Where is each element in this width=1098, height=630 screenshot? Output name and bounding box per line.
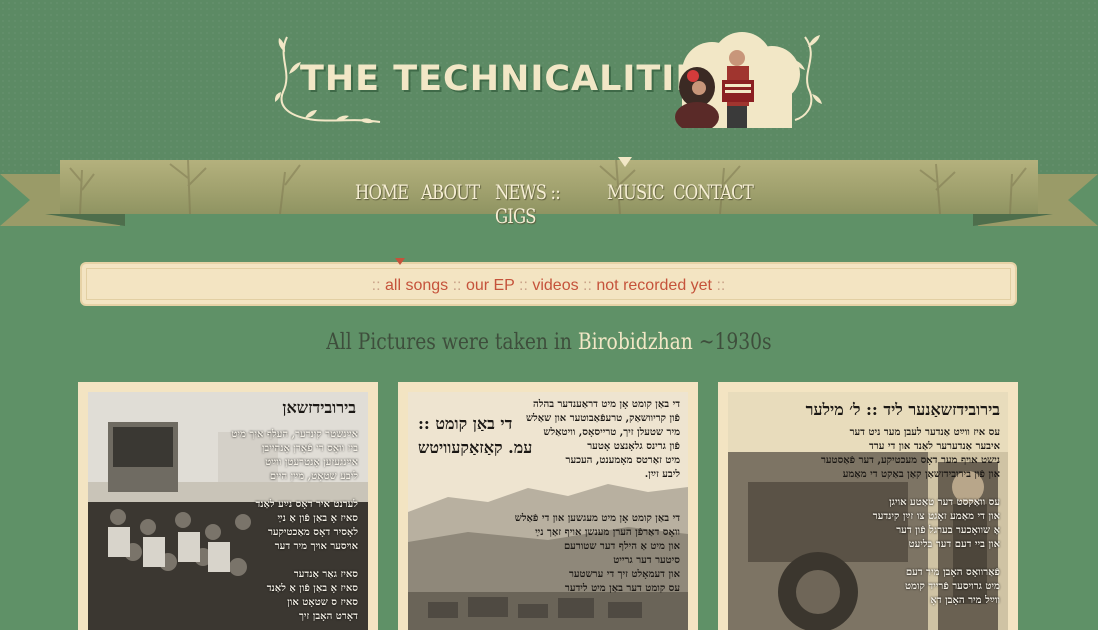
- song-card-image: די באַן קומט :: עמ. קאַזאַקעוויטש די באַ…: [408, 392, 688, 630]
- caption-prefix: All Pictures were taken in: [326, 330, 578, 355]
- lyric-line: [500, 482, 680, 496]
- right-vine-ornament: [793, 35, 822, 121]
- lyric-line: עס איז ווײַט אַנדער לעבן מער ניט דער: [849, 427, 1000, 438]
- lyric-line: פֿון גרינס גלאָנצט אָטער: [587, 441, 680, 452]
- lyric-line: נישט אױף מער דאָס מעכטיקע, דער פֿאַסטער: [820, 455, 1000, 466]
- filter-not-recorded-yet[interactable]: not recorded yet: [596, 277, 712, 294]
- song-card-birobidzhaner-lid[interactable]: בירובידזשאַנער ליד :: ל׳ מילער עס איז וו…: [718, 382, 1018, 630]
- lyric-line: ביז וואָס די פֿאָרן אָנהייבן: [261, 443, 358, 454]
- card-lyrics-2: די באַן קומט אָן מיט מעגשען און די פֿאַל…: [410, 512, 680, 596]
- nav-contact[interactable]: CONTACT: [673, 180, 754, 210]
- lyric-line: און דעמאָלט זיך די ערשטער: [568, 569, 680, 580]
- gallery-caption: All Pictures were taken in Birobidzhan ~…: [0, 330, 1098, 355]
- lyric-line: לאָסיר דאָס מאַכטיקער: [267, 527, 358, 538]
- lyric-line: [178, 554, 358, 568]
- lyric-line: אױסער אױך מיר דער: [274, 541, 358, 552]
- card-lyrics: די באַן קומט אָן מיט דראַענדער בהלה פֿון…: [500, 398, 680, 496]
- lyric-line: אײַנגעזען אָנטרעטן ווײַט: [265, 457, 358, 468]
- card-title: בירובידזשאן: [282, 398, 356, 417]
- lyric-line: פֿאַרוואָס האָבן מיר דעם: [905, 567, 1000, 578]
- filter-our-ep[interactable]: our EP: [466, 277, 515, 294]
- main-nav: HOME ABOUT NEWS :: GIGS MUSIC CONTACT: [355, 180, 754, 228]
- song-card-image: בירובידזשאַנער ליד :: ל׳ מילער עס איז וו…: [728, 392, 1008, 630]
- lyric-line: ליבע זײַן.: [644, 469, 680, 480]
- card-lyrics: אײַנשטר קינדער, העלף איך מיט ביז וואָס ד…: [178, 428, 358, 624]
- nav-home[interactable]: HOME: [355, 180, 409, 210]
- lyric-line: די באַן קומט אָן מיט דראַענדער בהלה: [533, 399, 680, 410]
- card-title: בירובידזשאַנער ליד :: ל׳ מילער: [805, 400, 1000, 419]
- caption-place: Birobidzhan: [577, 330, 693, 355]
- lyric-line: און פֿון בירובידזשאַן קאַן באַקט די מאַמ…: [842, 469, 1000, 480]
- lyric-line: עס וואַקסט דער טאַטע אויגן: [889, 497, 1000, 508]
- lyric-line: מיט גרויסער פֿרייד קומט: [905, 581, 1000, 592]
- filter-separator: ::: [514, 277, 533, 294]
- lyric-line: עס קומט דער באַן מיט לידער: [564, 583, 680, 594]
- song-card-di-ban-kumt[interactable]: די באַן קומט :: עמ. קאַזאַקעוויטש די באַ…: [398, 382, 698, 630]
- lyric-line: סיטער דער גרייט: [613, 555, 680, 566]
- nav-active-pointer: [618, 157, 632, 167]
- filter-bar: :: all songs :: our EP :: videos :: not …: [80, 262, 1017, 306]
- filter-active-pointer: [395, 258, 405, 265]
- lyric-line: סאיז אָ באַן פֿון אַ נײַ: [277, 513, 358, 524]
- filter-all-songs[interactable]: all songs: [385, 277, 448, 294]
- nav-news-gigs[interactable]: NEWS :: GIGS: [495, 180, 570, 228]
- filter-separator: ::: [448, 277, 466, 294]
- lyric-line: די באַן קומט אָן מיט מעגשען און די פֿאַל…: [514, 513, 680, 524]
- caption-suffix: ~1930s: [692, 330, 772, 355]
- lyric-line: מיט זאַרטס מאָמענט, העכער: [565, 455, 680, 466]
- song-filters: :: all songs :: our EP :: videos :: not …: [82, 277, 1015, 295]
- lyric-line: [730, 552, 1000, 566]
- lyric-line: און ביי דעם דער בליעט: [908, 539, 1000, 550]
- lyric-line: סאיז אָ באַן פֿון אַ לאַנד: [266, 583, 358, 594]
- song-card-birobidzhan[interactable]: בירובידזשאן אײַנשטר קינדער, העלף איך מיט…: [78, 382, 378, 630]
- nav-music[interactable]: MUSIC: [607, 180, 665, 210]
- card-lyrics: עס איז ווײַט אַנדער לעבן מער ניט דער איב…: [730, 426, 1000, 608]
- filter-separator: ::: [712, 277, 726, 294]
- card-title: די באַן קומט ::: [418, 414, 513, 433]
- lyric-line: דאָרט האָבן זיך: [298, 611, 358, 622]
- song-card-image: בירובידזשאן אײַנשטר קינדער, העלף איך מיט…: [88, 392, 368, 630]
- lyric-line: אַ שוואָכער בערגל פֿון דער: [896, 525, 1000, 536]
- lyric-line: ווײַל מיר האָבן דאָ: [930, 595, 1000, 606]
- lyric-line: סאיז ס שטאָט און: [287, 597, 358, 608]
- lyric-line: וואָס דאַרפֿן הערן מענשן אויף זאַך נײַ: [535, 527, 680, 538]
- filter-separator: ::: [578, 277, 597, 294]
- filter-videos[interactable]: videos: [532, 277, 578, 294]
- nav-about[interactable]: ABOUT: [421, 180, 480, 210]
- lyric-line: איבער אַנדערער לאַנד און די ערד: [869, 441, 1000, 452]
- lyric-line: ליבע שטאָט, מײַן היים: [269, 471, 358, 482]
- lyric-line: און מיט אַ הילף דער שטורעם: [563, 541, 680, 552]
- lyric-line: [730, 482, 1000, 496]
- lyric-line: מיר שטעלן זיך, טרייסאָס, וויטאַלש: [543, 427, 680, 438]
- filter-separator: ::: [371, 277, 385, 294]
- lyric-line: [178, 484, 358, 498]
- lyric-line: אײַנשטר קינדער, העלף איך מיט: [231, 429, 358, 440]
- lyric-line: לערנט איר דאָס נײַע לאַנד: [255, 499, 358, 510]
- lyric-line: סאיז גאַר אַנדער: [293, 569, 358, 580]
- site-logo[interactable]: THE TECHNICALITIES: [275, 32, 825, 132]
- lyric-line: פֿון קריוושאַק, טרעפֿאַבוטער און שאַלש: [525, 413, 680, 424]
- site-title: THE TECHNICALITIES: [300, 59, 727, 99]
- lyric-line: און די מאַמע זאָגט צו זײַן קינדער: [872, 511, 1000, 522]
